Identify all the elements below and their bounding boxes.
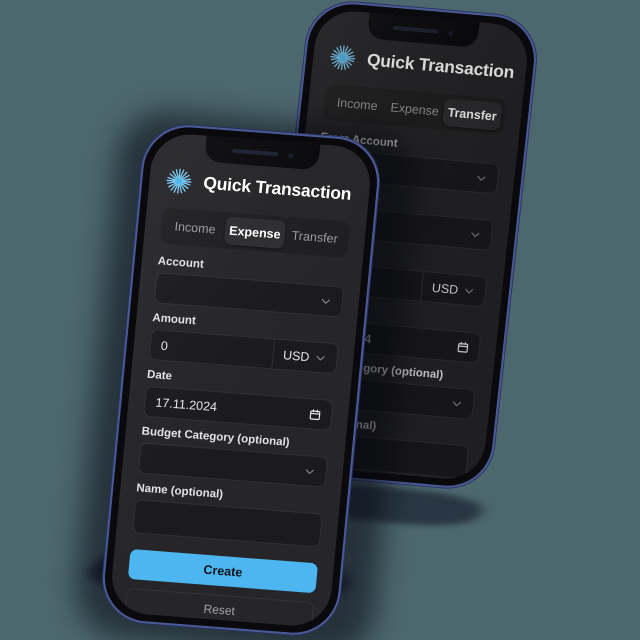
chevron-down-icon	[321, 298, 331, 304]
chevron-down-icon	[316, 355, 325, 361]
chevron-down-icon	[453, 400, 462, 406]
chevron-down-icon	[471, 231, 480, 237]
front-app-header: Quick Transaction	[164, 167, 354, 208]
front-account-value	[166, 289, 320, 301]
front-amount-value: 0	[160, 338, 169, 353]
front-create-button[interactable]: Create	[127, 549, 319, 594]
back-tab-transfer[interactable]: Transfer	[441, 98, 503, 131]
front-tab-expense[interactable]: Expense	[223, 216, 287, 249]
chevron-down-icon	[477, 175, 486, 181]
scene: Quick Transaction Income Expense Transfe…	[0, 0, 640, 640]
front-app-title: Quick Transaction	[202, 172, 353, 204]
calendar-icon[interactable]	[456, 340, 469, 353]
front-reset-button[interactable]: Reset	[124, 587, 315, 629]
front-amount-input[interactable]: 0	[148, 328, 274, 370]
back-currency-value: USD	[431, 280, 459, 297]
back-app-title: Quick Transaction	[366, 49, 516, 83]
front-phone-screen: Quick Transaction Income Expense Transfe…	[108, 131, 374, 629]
front-date-value: 17.11.2024	[154, 395, 218, 414]
back-tab-expense[interactable]: Expense	[384, 93, 445, 126]
front-phone: Quick Transaction Income Expense Transfe…	[98, 121, 384, 639]
calendar-icon[interactable]	[309, 408, 322, 421]
chevron-down-icon	[465, 288, 474, 294]
speaker-slit	[392, 25, 439, 34]
speaker-slit	[231, 148, 279, 157]
front-app-content: Quick Transaction Income Expense Transfe…	[109, 132, 374, 629]
front-tab-income[interactable]: Income	[164, 212, 226, 244]
front-tab-transfer[interactable]: Transfer	[284, 221, 346, 253]
back-app-header: Quick Transaction	[328, 43, 515, 85]
front-currency-value: USD	[282, 347, 311, 364]
front-currency-select[interactable]: USD	[270, 338, 339, 375]
front-camera-dot	[287, 152, 294, 158]
back-tab-bar[interactable]: Income Expense Transfer	[322, 83, 507, 136]
front-budget-category-value	[150, 459, 304, 471]
back-tab-income[interactable]: Income	[327, 88, 388, 121]
front-name-value	[145, 517, 311, 530]
starburst-icon	[330, 45, 356, 71]
front-tab-bar[interactable]: Income Expense Transfer	[159, 207, 351, 258]
front-camera-dot	[448, 30, 454, 36]
starburst-icon	[166, 168, 192, 194]
chevron-down-icon	[305, 468, 314, 474]
back-currency-select[interactable]: USD	[419, 270, 488, 308]
